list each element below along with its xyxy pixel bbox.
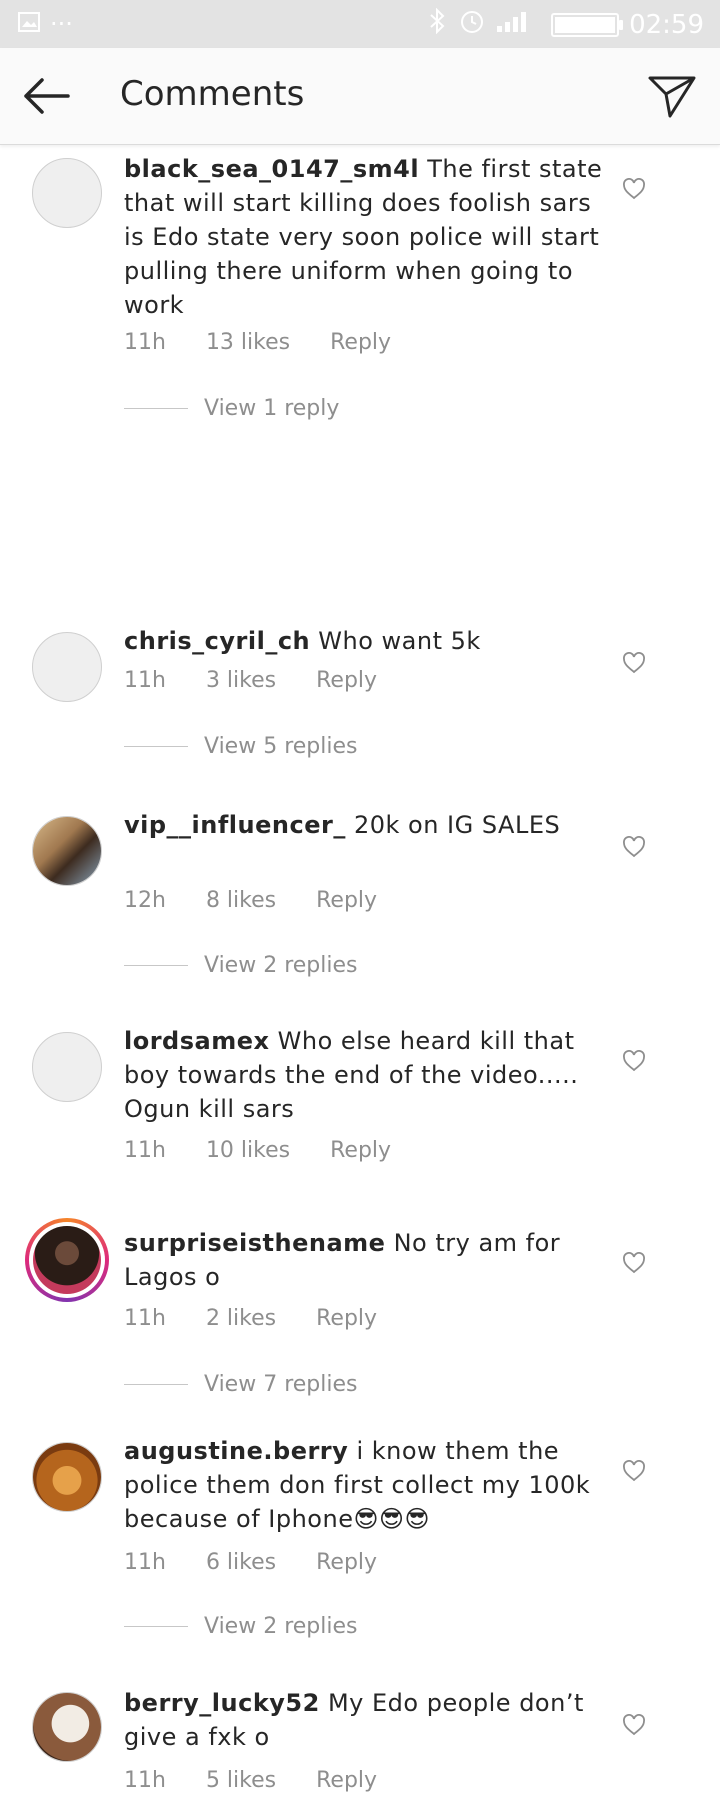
- like-heart-icon[interactable]: [622, 1460, 646, 1482]
- avatar-photo: [33, 1693, 101, 1761]
- comment-time: 12h: [124, 888, 166, 913]
- avatar-photo: [33, 817, 101, 885]
- view-replies-label[interactable]: View 7 replies: [204, 1372, 357, 1397]
- send-icon[interactable]: [646, 70, 698, 122]
- view-replies[interactable]: View 2 replies: [124, 1614, 357, 1639]
- view-replies-label[interactable]: View 1 reply: [204, 396, 339, 421]
- comment-username[interactable]: augustine.berry: [124, 1437, 348, 1465]
- comment-meta: 11h 13 likes Reply: [124, 330, 391, 355]
- like-heart-icon[interactable]: [622, 178, 646, 200]
- comment-likes[interactable]: 5 likes: [206, 1768, 276, 1793]
- avatar[interactable]: [32, 1032, 102, 1102]
- clock-time: 02:59: [629, 9, 704, 40]
- battery-icon: [551, 12, 624, 37]
- comment-username[interactable]: berry_lucky52: [124, 1689, 320, 1717]
- view-replies[interactable]: View 7 replies: [124, 1372, 357, 1397]
- view-replies[interactable]: View 5 replies: [124, 734, 357, 759]
- comment-time: 11h: [124, 1138, 166, 1163]
- comment-likes[interactable]: 13 likes: [206, 330, 290, 355]
- comment-likes[interactable]: 6 likes: [206, 1550, 276, 1575]
- comment-meta: 11h 5 likes Reply: [124, 1768, 377, 1793]
- avatar-photo: [33, 1443, 101, 1511]
- like-heart-icon[interactable]: [622, 652, 646, 674]
- like-heart-icon[interactable]: [622, 836, 646, 858]
- like-heart-icon[interactable]: [622, 1050, 646, 1072]
- more-dots-icon: ···: [50, 10, 73, 38]
- view-replies[interactable]: View 2 replies: [124, 953, 357, 978]
- reply-button[interactable]: Reply: [316, 1768, 377, 1793]
- comment-likes[interactable]: 3 likes: [206, 668, 276, 693]
- comment-username[interactable]: lordsamex: [124, 1027, 269, 1055]
- comment-time: 11h: [124, 1768, 166, 1793]
- view-replies-label[interactable]: View 2 replies: [204, 953, 357, 978]
- top-bar: Comments: [0, 48, 720, 145]
- like-heart-icon[interactable]: [622, 1252, 646, 1274]
- reply-button[interactable]: Reply: [330, 1138, 391, 1163]
- comment-username[interactable]: vip__influencer_: [124, 811, 346, 839]
- reply-button[interactable]: Reply: [316, 668, 377, 693]
- divider-line: [124, 1384, 188, 1385]
- avatar[interactable]: [32, 632, 102, 702]
- divider-line: [124, 1626, 188, 1627]
- bluetooth-icon: [427, 7, 449, 41]
- reply-button[interactable]: Reply: [316, 1306, 377, 1331]
- divider-line: [124, 408, 188, 409]
- comment-username[interactable]: chris_cyril_ch: [124, 627, 310, 655]
- page-title: Comments: [120, 74, 305, 114]
- avatar-ring: [29, 1222, 105, 1298]
- comment-meta: 12h 8 likes Reply: [124, 888, 377, 913]
- gallery-icon: [18, 12, 40, 36]
- reply-button[interactable]: Reply: [330, 330, 391, 355]
- comment-text: Who want 5k: [318, 627, 481, 655]
- comment-meta: 11h 6 likes Reply: [124, 1550, 377, 1575]
- avatar[interactable]: [25, 1218, 109, 1302]
- comment-likes[interactable]: 8 likes: [206, 888, 276, 913]
- like-heart-icon[interactable]: [622, 1714, 646, 1736]
- avatar-photo: [33, 1226, 101, 1294]
- avatar[interactable]: [32, 1692, 102, 1762]
- comment-time: 11h: [124, 1306, 166, 1331]
- signal-icon: [495, 8, 541, 41]
- reply-button[interactable]: Reply: [316, 1550, 377, 1575]
- divider-line: [124, 746, 188, 747]
- comment-meta: 11h 3 likes Reply: [124, 668, 377, 693]
- comment-time: 11h: [124, 668, 166, 693]
- status-bar: ··· 02:59: [0, 0, 720, 48]
- comment-username[interactable]: black_sea_0147_sm4l: [124, 155, 419, 183]
- comment-likes[interactable]: 10 likes: [206, 1138, 290, 1163]
- avatar[interactable]: [32, 816, 102, 886]
- alarm-icon: [459, 8, 485, 41]
- comment-time: 11h: [124, 1550, 166, 1575]
- back-arrow-icon[interactable]: [20, 74, 76, 118]
- divider-line: [124, 965, 188, 966]
- view-replies-label[interactable]: View 5 replies: [204, 734, 357, 759]
- avatar[interactable]: [32, 158, 102, 228]
- reply-button[interactable]: Reply: [316, 888, 377, 913]
- comment-username[interactable]: surpriseisthename: [124, 1229, 385, 1257]
- comment-meta: 11h 10 likes Reply: [124, 1138, 391, 1163]
- avatar[interactable]: [32, 1442, 102, 1512]
- comment-likes[interactable]: 2 likes: [206, 1306, 276, 1331]
- comment-time: 11h: [124, 330, 166, 355]
- view-replies[interactable]: View 1 reply: [124, 396, 339, 421]
- comment-meta: 11h 2 likes Reply: [124, 1306, 377, 1331]
- view-replies-label[interactable]: View 2 replies: [204, 1614, 357, 1639]
- comment-text: 20k on IG SALES: [353, 811, 561, 839]
